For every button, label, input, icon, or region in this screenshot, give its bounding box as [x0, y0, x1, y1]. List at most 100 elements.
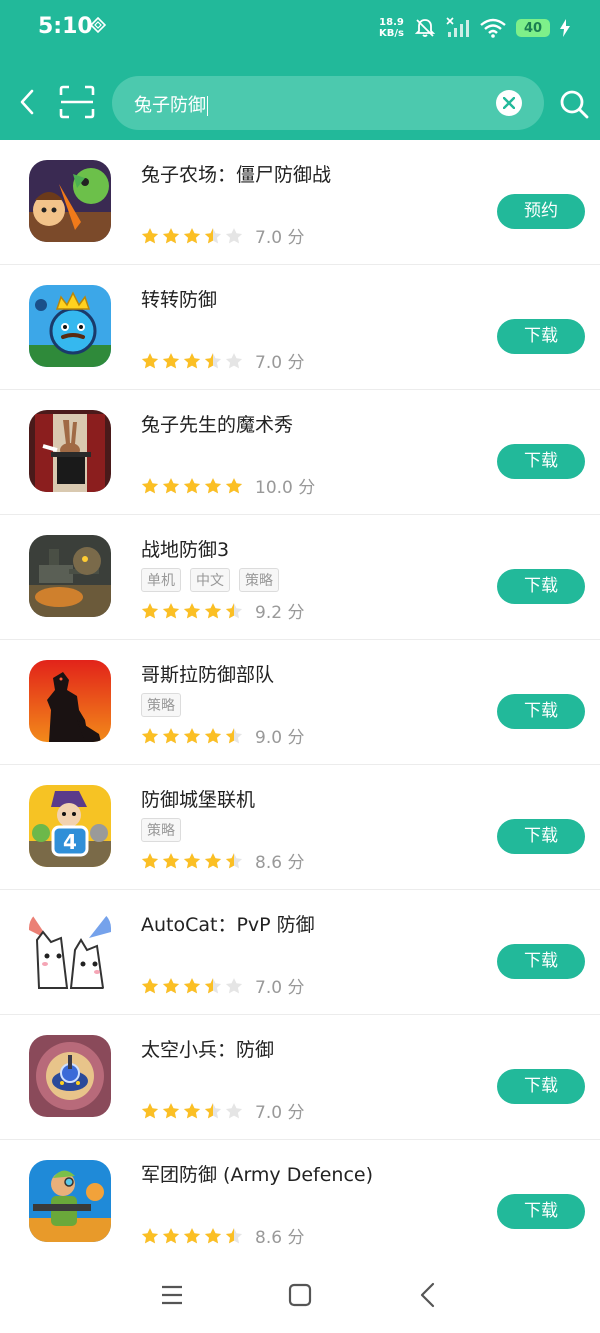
star-full-icon — [183, 852, 201, 868]
wifi-icon — [480, 18, 506, 38]
star-full-icon — [141, 852, 159, 868]
star-half-icon — [204, 1102, 222, 1118]
star-rating — [141, 852, 243, 870]
status-time: 5:10 — [38, 14, 93, 39]
search-toolbar: 兔子防御 — [0, 70, 600, 136]
star-rating — [141, 1102, 243, 1120]
score: 7.0 分 — [255, 978, 305, 998]
star-rating — [141, 602, 243, 620]
app-name: 军团防御 (Army Defence) — [141, 1164, 374, 1186]
star-full-icon — [183, 227, 201, 243]
app-icon-godzilla — [29, 660, 111, 742]
home-square-icon[interactable] — [285, 1280, 315, 1310]
star-full-icon — [183, 602, 201, 618]
star-full-icon — [204, 852, 222, 868]
tag-list: 策略 — [141, 818, 181, 842]
star-half-icon — [204, 227, 222, 243]
svg-text:4: 4 — [63, 830, 77, 854]
rating: 9.2 分 — [141, 598, 304, 623]
system-nav-bar — [0, 1260, 600, 1333]
search-icon[interactable] — [558, 88, 590, 120]
download-button[interactable]: 下载 — [497, 444, 585, 479]
list-item[interactable]: 4 防御城堡联机 策略 8.6 分 下载 — [0, 765, 600, 890]
app-icon-spin-defense — [29, 285, 111, 367]
signal-no-service-icon — [446, 17, 469, 37]
star-half-icon — [225, 1227, 243, 1243]
star-full-icon — [162, 1227, 180, 1243]
score: 8.6 分 — [255, 1228, 305, 1248]
list-item[interactable]: 兔子农场：僵尸防御战 7.0 分 预约 — [0, 140, 600, 265]
score: 7.0 分 — [255, 1103, 305, 1123]
tag[interactable]: 中文 — [190, 568, 230, 592]
star-rating — [141, 727, 243, 745]
list-item[interactable]: 兔子先生的魔术秀 10.0 分 下载 — [0, 390, 600, 515]
location-diamond-icon — [90, 17, 106, 33]
score: 9.2 分 — [255, 603, 305, 623]
list-item[interactable]: 战地防御3 单机 中文 策略 9.2 分 下载 — [0, 515, 600, 640]
tag-list: 策略 — [141, 693, 181, 717]
text-caret — [207, 96, 208, 116]
star-full-icon — [183, 477, 201, 493]
list-item[interactable]: AutoCat：PvP 防御 7.0 分 下载 — [0, 890, 600, 1015]
star-rating — [141, 977, 243, 995]
bell-muted-icon — [414, 19, 436, 37]
star-full-icon — [162, 477, 180, 493]
download-button[interactable]: 下载 — [497, 694, 585, 729]
back-triangle-icon[interactable] — [413, 1280, 443, 1310]
clear-search-button[interactable] — [496, 90, 522, 116]
app-name: 防御城堡联机 — [141, 789, 256, 811]
app-icon-rabbit-farm — [29, 160, 111, 242]
reserve-button[interactable]: 预约 — [497, 194, 585, 229]
tag[interactable]: 策略 — [141, 818, 181, 842]
app-name: 战地防御3 — [141, 539, 230, 561]
list-item[interactable]: 太空小兵：防御 7.0 分 下载 — [0, 1015, 600, 1140]
scan-icon[interactable] — [58, 84, 96, 120]
list-item[interactable]: 哥斯拉防御部队 策略 9.0 分 下载 — [0, 640, 600, 765]
list-item[interactable]: 转转防御 7.0 分 下载 — [0, 265, 600, 390]
app-header: 5:10 18.9 KB/s 40 兔子防御 — [0, 0, 600, 140]
star-full-icon — [141, 727, 159, 743]
search-results-list: 兔子农场：僵尸防御战 7.0 分 预约 转转防御 7.0 分 下载 兔子先生的魔… — [0, 140, 600, 1265]
rating: 7.0 分 — [141, 348, 304, 373]
star-full-icon — [141, 1227, 159, 1243]
battery-indicator: 40 — [516, 19, 550, 37]
search-query-text[interactable]: 兔子防御 — [134, 91, 208, 117]
back-arrow-icon[interactable] — [10, 82, 46, 122]
app-icon-space-soldier — [29, 1035, 111, 1117]
star-full-icon — [183, 977, 201, 993]
tag[interactable]: 策略 — [141, 693, 181, 717]
rating: 8.6 分 — [141, 848, 304, 873]
list-item[interactable]: 军团防御 (Army Defence) 8.6 分 下载 — [0, 1140, 600, 1265]
app-name: 太空小兵：防御 — [141, 1039, 275, 1061]
star-full-icon — [162, 602, 180, 618]
star-empty-icon — [225, 1102, 243, 1118]
star-full-icon — [162, 977, 180, 993]
star-full-icon — [183, 1227, 201, 1243]
star-full-icon — [141, 352, 159, 368]
app-icon-army-defence — [29, 1160, 111, 1242]
status-bar: 5:10 18.9 KB/s 40 — [0, 0, 600, 56]
star-full-icon — [225, 477, 243, 493]
rating: 7.0 分 — [141, 973, 304, 998]
star-full-icon — [183, 727, 201, 743]
tag[interactable]: 策略 — [239, 568, 279, 592]
search-input[interactable]: 兔子防御 — [112, 76, 544, 130]
download-button[interactable]: 下载 — [497, 1194, 585, 1229]
download-button[interactable]: 下载 — [497, 569, 585, 604]
star-full-icon — [204, 602, 222, 618]
star-full-icon — [204, 727, 222, 743]
download-button[interactable]: 下载 — [497, 819, 585, 854]
app-name: 兔子先生的魔术秀 — [141, 414, 294, 436]
download-button[interactable]: 下载 — [497, 944, 585, 979]
star-full-icon — [162, 227, 180, 243]
star-empty-icon — [225, 227, 243, 243]
rating: 10.0 分 — [141, 473, 315, 498]
download-button[interactable]: 下载 — [497, 1069, 585, 1104]
rating: 8.6 分 — [141, 1223, 304, 1248]
rating: 9.0 分 — [141, 723, 304, 748]
download-button[interactable]: 下载 — [497, 319, 585, 354]
app-name: AutoCat：PvP 防御 — [141, 914, 315, 936]
tag[interactable]: 单机 — [141, 568, 181, 592]
star-full-icon — [141, 1102, 159, 1118]
menu-icon[interactable] — [157, 1280, 187, 1310]
